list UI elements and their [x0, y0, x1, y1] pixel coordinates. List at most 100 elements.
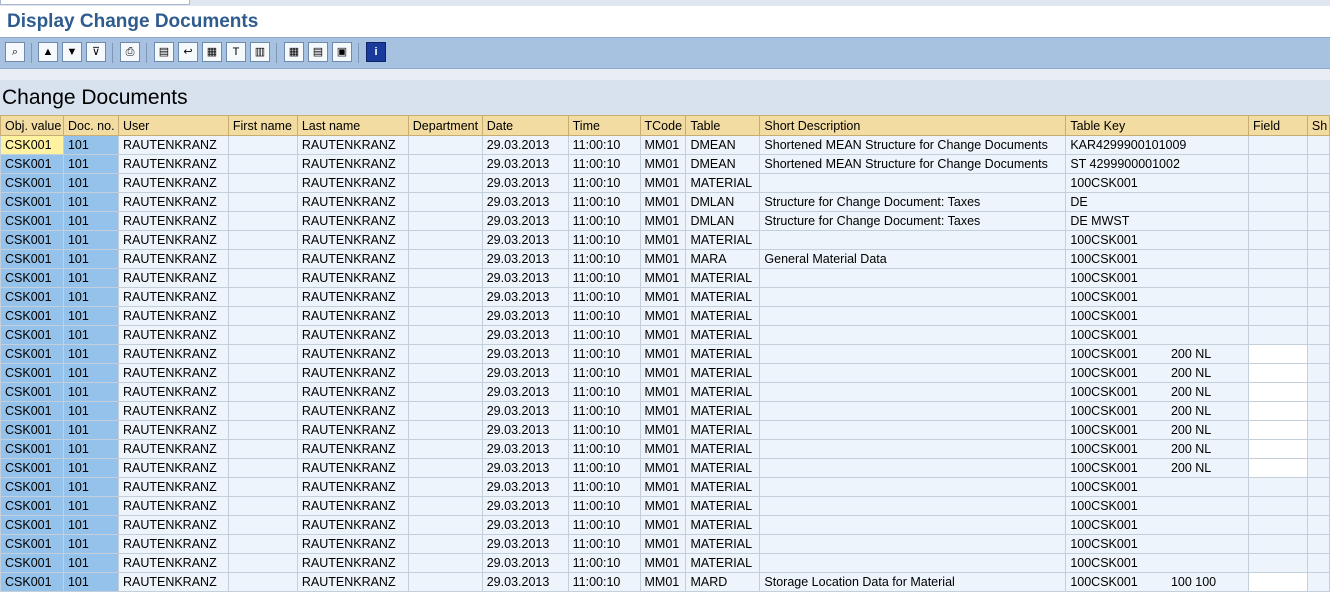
cell-first-name[interactable] [227, 553, 298, 573]
cell-tcode[interactable]: MM01 [639, 572, 687, 592]
cell-last-name[interactable]: RAUTENKRANZ [296, 287, 409, 307]
cell-first-name[interactable] [227, 154, 298, 174]
cell-time[interactable]: 11:00:10 [567, 211, 641, 231]
cell-short-description[interactable] [759, 344, 1067, 364]
cell-sh[interactable] [1306, 553, 1330, 573]
cell-table[interactable]: DMEAN [685, 135, 761, 155]
cell-time[interactable]: 11:00:10 [567, 154, 641, 174]
cell-sh[interactable] [1306, 496, 1330, 516]
cell-first-name[interactable] [227, 249, 298, 269]
cell-short-description[interactable] [759, 496, 1067, 516]
column-header-date[interactable]: Date [481, 115, 569, 136]
cell-table-key[interactable]: 100CSK001 [1065, 325, 1249, 345]
cell-table-key[interactable]: 100CSK001 [1065, 534, 1249, 554]
cell-doc-no[interactable]: 101 [62, 363, 119, 383]
cell-table[interactable]: MATERIAL [685, 515, 761, 535]
cell-first-name[interactable] [227, 458, 298, 478]
cell-obj-value[interactable]: CSK001 [0, 477, 64, 497]
cell-user[interactable]: RAUTENKRANZ [117, 287, 229, 307]
cell-field-value[interactable] [1247, 192, 1308, 212]
cell-field-value[interactable] [1247, 211, 1308, 231]
cell-time[interactable]: 11:00:10 [567, 382, 641, 402]
cell-time[interactable]: 11:00:10 [567, 249, 641, 269]
table-row[interactable]: CSK001 101 RAUTENKRANZ RAUTENKRANZ 29.03.201… [0, 154, 1330, 174]
cell-user[interactable]: RAUTENKRANZ [117, 230, 229, 250]
cell-time[interactable]: 11:00:10 [567, 230, 641, 250]
cell-first-name[interactable] [227, 211, 298, 231]
cell-last-name[interactable]: RAUTENKRANZ [296, 382, 409, 402]
cell-table[interactable]: MATERIAL [685, 420, 761, 440]
spreadsheet-button[interactable]: ▦ [202, 42, 222, 62]
cell-field-value[interactable]: 200 NL [1165, 420, 1226, 440]
cell-field-value[interactable] [1247, 230, 1308, 250]
cell-time[interactable]: 11:00:10 [567, 458, 641, 478]
column-header-sh[interactable]: Sh [1306, 115, 1330, 136]
cell-user[interactable]: RAUTENKRANZ [117, 154, 229, 174]
cell-table-key[interactable]: 100CSK001 [1065, 515, 1249, 535]
cell-user[interactable]: RAUTENKRANZ [117, 344, 229, 364]
cell-table[interactable]: MATERIAL [685, 401, 761, 421]
cell-tcode[interactable]: MM01 [639, 477, 687, 497]
cell-time[interactable]: 11:00:10 [567, 420, 641, 440]
cell-obj-value[interactable]: CSK001 [0, 230, 64, 250]
cell-user[interactable]: RAUTENKRANZ [117, 496, 229, 516]
cell-obj-value[interactable]: CSK001 [0, 439, 64, 459]
cell-sh[interactable] [1306, 173, 1330, 193]
cell-short-description[interactable] [759, 382, 1067, 402]
cell-table-key[interactable]: 100CSK001 [1065, 268, 1249, 288]
cell-field-value[interactable]: 200 NL [1165, 439, 1226, 459]
cell-date[interactable]: 29.03.2013 [481, 477, 569, 497]
cell-time[interactable]: 11:00:10 [567, 534, 641, 554]
cell-sh[interactable] [1306, 439, 1330, 459]
cell-obj-value[interactable]: CSK001 [0, 496, 64, 516]
cell-doc-no[interactable]: 101 [62, 268, 119, 288]
cell-short-description[interactable] [759, 439, 1067, 459]
table-row[interactable]: CSK001 101 RAUTENKRANZ RAUTENKRANZ 29.03.201… [0, 325, 1330, 345]
cell-tcode[interactable]: MM01 [639, 496, 687, 516]
cell-first-name[interactable] [227, 135, 298, 155]
column-header-obj-value[interactable]: Obj. value [0, 115, 64, 136]
cell-table-key[interactable]: DE MWST [1065, 211, 1249, 231]
cell-obj-value[interactable]: CSK001 [0, 553, 64, 573]
cell-short-description[interactable]: Storage Location Data for Material [759, 572, 1067, 592]
cell-first-name[interactable] [227, 287, 298, 307]
column-header-field[interactable]: Field [1247, 115, 1308, 136]
cell-first-name[interactable] [227, 534, 298, 554]
cell-field-value[interactable]: 100 100 [1165, 572, 1226, 592]
cell-department[interactable] [407, 477, 483, 497]
cell-department[interactable] [407, 173, 483, 193]
graphic-button[interactable]: ▥ [250, 42, 270, 62]
information-button[interactable]: i [366, 42, 386, 62]
cell-first-name[interactable] [227, 363, 298, 383]
cell-tcode[interactable]: MM01 [639, 173, 687, 193]
cell-first-name[interactable] [227, 401, 298, 421]
cell-doc-no[interactable]: 101 [62, 325, 119, 345]
cell-field-value[interactable]: 200 NL [1165, 458, 1226, 478]
cell-first-name[interactable] [227, 382, 298, 402]
cell-date[interactable]: 29.03.2013 [481, 363, 569, 383]
table-row[interactable]: CSK001 101 RAUTENKRANZ RAUTENKRANZ 29.03.201… [0, 496, 1330, 516]
cell-obj-value[interactable]: CSK001 [0, 572, 64, 592]
cell-obj-value[interactable]: CSK001 [0, 382, 64, 402]
cell-table[interactable]: MATERIAL [685, 382, 761, 402]
table-row[interactable]: CSK001 101 RAUTENKRANZ RAUTENKRANZ 29.03.201… [0, 439, 1330, 459]
cell-doc-no[interactable]: 101 [62, 572, 119, 592]
cell-field-value[interactable] [1247, 553, 1308, 573]
cell-time[interactable]: 11:00:10 [567, 173, 641, 193]
cell-tcode[interactable]: MM01 [639, 344, 687, 364]
cell-table-key[interactable]: 100CSK001 [1065, 230, 1249, 250]
cell-table-key[interactable]: 100CSK001 [1065, 477, 1249, 497]
table-row[interactable]: CSK001 101 RAUTENKRANZ RAUTENKRANZ 29.03.201… [0, 249, 1330, 269]
cell-time[interactable]: 11:00:10 [567, 135, 641, 155]
cell-obj-value[interactable]: CSK001 [0, 534, 64, 554]
cell-department[interactable] [407, 287, 483, 307]
cell-tcode[interactable]: MM01 [639, 287, 687, 307]
cell-date[interactable]: 29.03.2013 [481, 553, 569, 573]
cell-first-name[interactable] [227, 344, 298, 364]
table-row[interactable]: CSK001 101 RAUTENKRANZ RAUTENKRANZ 29.03.201… [0, 382, 1330, 402]
cell-date[interactable]: 29.03.2013 [481, 325, 569, 345]
cell-time[interactable]: 11:00:10 [567, 325, 641, 345]
cell-doc-no[interactable]: 101 [62, 496, 119, 516]
cell-user[interactable]: RAUTENKRANZ [117, 306, 229, 326]
cell-short-description[interactable] [759, 401, 1067, 421]
